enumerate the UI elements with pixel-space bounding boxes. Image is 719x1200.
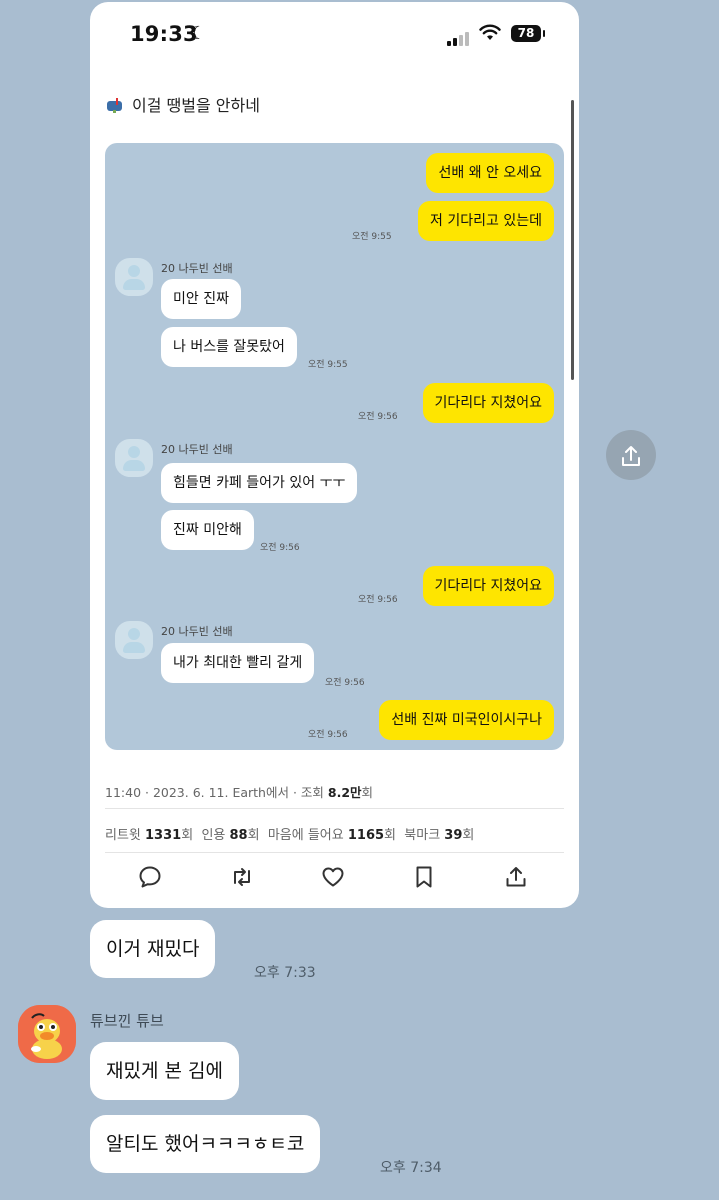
moon-icon: ☾ (190, 23, 207, 44)
embedded-other-bubble: 힘들면 카페 들어가 있어 ㅜㅜ (161, 463, 358, 503)
share-icon[interactable] (503, 864, 529, 890)
shared-screenshot[interactable]: 19:33 ☾ 78 이걸 땡벌을 안하네 선배 왜 안 오세요 저 기다리고 … (90, 2, 579, 908)
stat-value: 88 (229, 828, 248, 843)
friend-message-bubble[interactable]: 재밌게 본 김에 (90, 1042, 239, 1100)
embedded-time: 오전 9:56 (358, 595, 398, 605)
embedded-avatar (115, 258, 153, 296)
tweet-meta-prefix: 11:40 · 2023. 6. 11. Earth에서 · 조회 (105, 785, 328, 800)
wifi-icon (479, 24, 501, 40)
friend-message-bubble[interactable]: 알티도 했어ㅋㅋㅋㅎㅌ코 (90, 1115, 321, 1173)
stat-label: 인용 (201, 828, 230, 843)
divider (105, 852, 564, 853)
tweet-text: 이걸 땡벌을 안하네 (106, 92, 260, 116)
message-time: 오후 7:34 (380, 1160, 442, 1176)
stat-unit: 회 (181, 828, 194, 843)
stat-label: 북마크 (404, 828, 445, 843)
embedded-avatar (115, 621, 153, 659)
tweet-stats: 리트윗 1331회 인용 88회 마음에 들어요 1165회 북마크 39회 (105, 824, 474, 843)
embedded-my-bubble: 선배 진짜 미국인이시구나 (379, 700, 554, 740)
divider (105, 808, 564, 809)
duck-avatar-icon (18, 1005, 76, 1063)
friend-name: 튜브낀 튜브 (90, 1012, 164, 1030)
stat-unit: 회 (247, 828, 260, 843)
stat-unit: 회 (384, 828, 397, 843)
embedded-my-bubble: 저 기다리고 있는데 (418, 201, 554, 241)
stat-quotes[interactable]: 인용 88회 (201, 828, 259, 843)
embedded-sender-name: 20 나두빈 선배 (161, 262, 233, 275)
mailbox-icon (107, 98, 122, 113)
embedded-sender-name: 20 나두빈 선배 (161, 443, 233, 456)
battery-icon: 78 (511, 25, 545, 42)
embedded-sender-name: 20 나두빈 선배 (161, 625, 233, 638)
embedded-time: 오전 9:55 (352, 232, 392, 242)
share-button[interactable] (606, 430, 656, 480)
embedded-time: 오전 9:56 (308, 730, 348, 740)
my-message-bubble[interactable]: 이거 재밌다 (90, 920, 216, 978)
embedded-time: 오전 9:56 (260, 543, 300, 553)
tweet-actions (90, 864, 579, 894)
signal-icon (447, 27, 471, 46)
embedded-my-bubble: 기다리다 지쳤어요 (422, 566, 554, 606)
embedded-time: 오전 9:55 (308, 360, 348, 370)
embedded-other-bubble: 진짜 미안해 (161, 510, 254, 550)
embedded-my-bubble: 선배 왜 안 오세요 (426, 153, 554, 193)
scrollbar[interactable] (571, 100, 574, 380)
stat-label: 리트윗 (105, 828, 146, 843)
stat-label: 마음에 들어요 (267, 828, 348, 843)
stat-value: 1165 (347, 828, 385, 843)
embedded-time: 오전 9:56 (358, 412, 398, 422)
embedded-avatar (115, 439, 153, 477)
embedded-other-bubble: 나 버스를 잘못탔어 (161, 327, 297, 367)
bookmark-icon[interactable] (411, 864, 437, 890)
stat-likes[interactable]: 마음에 들어요 1165회 (268, 828, 396, 843)
status-bar: 19:33 ☾ 78 (90, 2, 579, 64)
retweet-icon[interactable] (229, 864, 255, 890)
stat-unit: 회 (462, 828, 475, 843)
tweet-meta-suffix: 회 (361, 785, 374, 800)
reply-icon[interactable] (137, 864, 163, 890)
stat-value: 39 (444, 828, 463, 843)
share-icon (622, 446, 640, 466)
avatar[interactable] (18, 1005, 76, 1063)
embedded-chat-image: 선배 왜 안 오세요 저 기다리고 있는데 오전 9:55 20 나두빈 선배 … (105, 143, 564, 750)
stat-bookmarks[interactable]: 북마크 39회 (404, 828, 474, 843)
embedded-other-bubble: 내가 최대한 빨리 갈게 (161, 643, 315, 683)
tweet-text-content: 이걸 땡벌을 안하네 (132, 96, 260, 115)
stat-value: 1331 (145, 828, 182, 843)
embedded-time: 오전 9:56 (325, 678, 365, 688)
tweet-meta: 11:40 · 2023. 6. 11. Earth에서 · 조회 8.2만회 (105, 782, 373, 801)
status-time: 19:33 (130, 22, 198, 46)
message-time: 오후 7:33 (254, 965, 316, 981)
like-icon[interactable] (320, 864, 346, 890)
embedded-my-bubble: 기다리다 지쳤어요 (422, 383, 554, 423)
embedded-other-bubble: 미안 진짜 (161, 279, 241, 319)
stat-retweets[interactable]: 리트윗 1331회 (105, 828, 193, 843)
tweet-views: 8.2만 (327, 785, 362, 800)
